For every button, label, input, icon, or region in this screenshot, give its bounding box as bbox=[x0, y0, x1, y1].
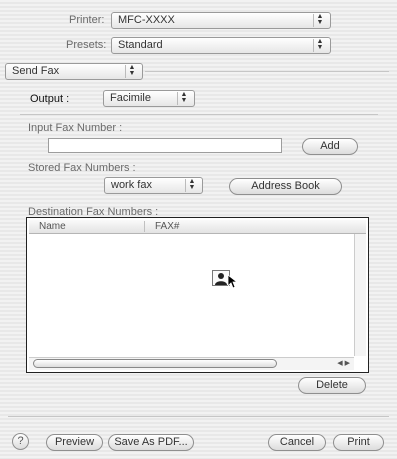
printer-popup[interactable]: MFC-XXXX ▲ ▼ bbox=[111, 12, 331, 29]
print-button[interactable]: Print bbox=[333, 434, 384, 451]
save-as-pdf-button[interactable]: Save As PDF... bbox=[108, 434, 194, 451]
add-button[interactable]: Add bbox=[302, 138, 358, 155]
section-value: Send Fax bbox=[12, 65, 60, 77]
section-separator bbox=[145, 71, 389, 72]
stored-fax-label: Stored Fax Numbers : bbox=[28, 162, 136, 174]
table-header: Name FAX# bbox=[29, 220, 366, 234]
presets-value: Standard bbox=[118, 39, 163, 51]
vertical-scrollbar[interactable] bbox=[354, 234, 366, 356]
footer-divider bbox=[8, 416, 389, 417]
horizontal-scrollbar[interactable]: ◀ ▶ bbox=[29, 357, 354, 370]
printer-label: Printer: bbox=[69, 14, 105, 26]
presets-label: Presets: bbox=[66, 39, 107, 51]
column-divider bbox=[144, 221, 145, 232]
preview-button[interactable]: Preview bbox=[46, 434, 103, 451]
output-label: Output : bbox=[30, 93, 70, 105]
fax-number-input[interactable] bbox=[48, 138, 282, 153]
help-button[interactable]: ? bbox=[12, 433, 29, 450]
popup-arrows-icon: ▲ ▼ bbox=[313, 38, 326, 52]
popup-arrows-icon: ▲ ▼ bbox=[185, 178, 198, 192]
destination-table[interactable]: Name FAX# ◀ ▶ bbox=[26, 217, 369, 373]
fax-number-value bbox=[49, 139, 52, 151]
cursor-icon bbox=[228, 275, 238, 289]
stored-fax-popup[interactable]: work fax ▲ ▼ bbox=[104, 177, 203, 194]
presets-popup[interactable]: Standard ▲ ▼ bbox=[111, 37, 331, 54]
input-fax-label: Input Fax Number : bbox=[28, 122, 123, 134]
stored-fax-value: work fax bbox=[111, 179, 152, 191]
output-value: Facimile bbox=[110, 92, 151, 104]
column-name[interactable]: Name bbox=[39, 220, 66, 233]
scroll-thumb[interactable] bbox=[33, 359, 277, 368]
popup-arrows-icon: ▲ ▼ bbox=[313, 13, 326, 27]
address-book-button[interactable]: Address Book bbox=[229, 178, 342, 195]
divider bbox=[20, 114, 378, 115]
delete-button[interactable]: Delete bbox=[298, 377, 366, 394]
cancel-button[interactable]: Cancel bbox=[268, 434, 326, 451]
output-popup[interactable]: Facimile ▲ ▼ bbox=[103, 90, 195, 107]
column-fax[interactable]: FAX# bbox=[155, 220, 179, 233]
printer-value: MFC-XXXX bbox=[118, 14, 175, 26]
popup-arrows-icon: ▲ ▼ bbox=[177, 91, 190, 105]
popup-arrows-icon: ▲ ▼ bbox=[125, 64, 138, 78]
section-popup[interactable]: Send Fax ▲ ▼ bbox=[5, 63, 143, 80]
scroll-arrows-icon[interactable]: ◀ ▶ bbox=[337, 358, 350, 369]
